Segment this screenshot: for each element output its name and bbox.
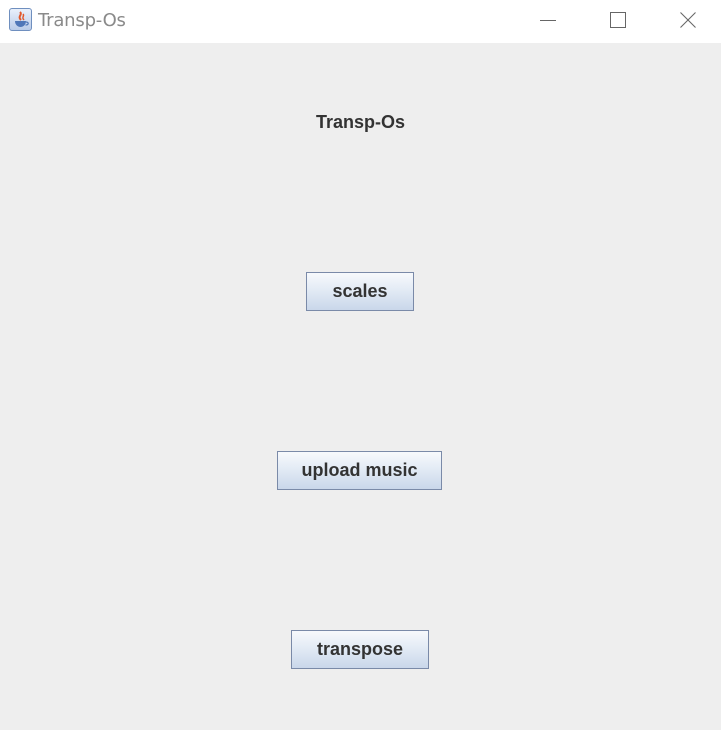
maximize-button[interactable] [583, 0, 653, 40]
window-title: Transp-Os [38, 10, 126, 31]
minimize-icon [540, 20, 556, 21]
close-button[interactable] [653, 0, 721, 40]
transpose-button[interactable]: transpose [291, 630, 429, 669]
close-icon [680, 12, 696, 28]
title-bar[interactable]: Transp-Os [0, 0, 721, 43]
scales-button[interactable]: scales [306, 272, 414, 311]
page-title: Transp-Os [315, 112, 406, 132]
app-window: Transp-Os Transp-Os scales upload music … [0, 0, 721, 730]
minimize-button[interactable] [513, 0, 583, 40]
content-panel: Transp-Os scales upload music transpose [0, 43, 721, 730]
maximize-icon [610, 12, 626, 28]
java-cup-icon [9, 8, 32, 31]
upload-music-button[interactable]: upload music [277, 451, 442, 490]
